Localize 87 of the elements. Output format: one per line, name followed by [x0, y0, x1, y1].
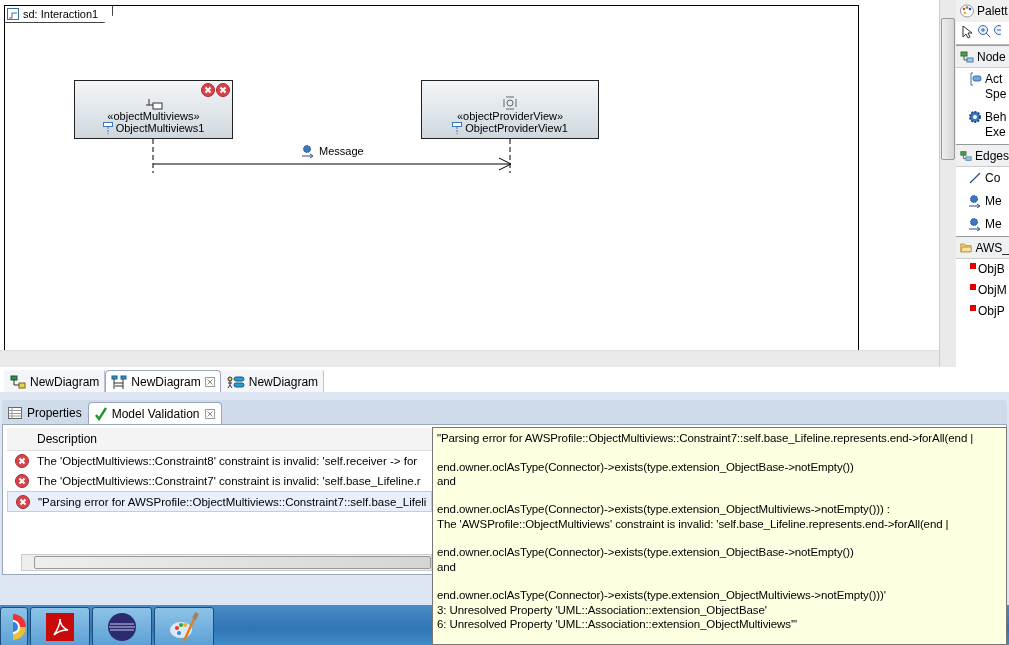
square-icon — [970, 305, 976, 311]
palette-entry[interactable]: Act Spe — [956, 68, 1009, 106]
lifeline-icon — [102, 122, 113, 134]
multiview-icon — [144, 98, 163, 110]
checkmark-icon — [94, 406, 107, 421]
tooltip-line: 6: Unresolved Property 'UML::Association::extension_ObjectMultiviews'" — [437, 616, 799, 632]
tooltip-line: end.owner.oclAsType(Connector)->exists(type.extension_ObjectBase->notEmpty()) — [437, 459, 855, 474]
editor-tab[interactable]: NewDiagram — [4, 370, 106, 392]
zoom-in-icon[interactable] — [977, 24, 991, 38]
drawer-label: Node — [977, 49, 1006, 64]
drawer-label: Edges — [974, 148, 1009, 163]
palette-icon — [168, 611, 200, 643]
table-icon — [8, 407, 22, 419]
palette-entry[interactable]: ObjP — [956, 301, 1009, 322]
row-description: The 'ObjectMultiviews::Constraint8' constraint is invalid: 'self.receiver -> for — [37, 454, 418, 467]
table-row[interactable]: The 'ObjectMultiviews::Constraint7' constraint is invalid: 'self.base_Lifeline.r — [7, 471, 432, 491]
tooltip-line: 3: Unresolved Property 'UML::Association::extension_ObjectBase' — [437, 602, 768, 617]
diagram-icon — [111, 374, 128, 389]
tooltip-line: The 'AWSProfile::ObjectMultiviews' constraint is invalid: 'self.base_Lifeline.represents.end->forAll(end | — [437, 516, 950, 532]
close-icon[interactable] — [204, 376, 215, 387]
view-tab[interactable]: Model Validation — [87, 402, 222, 424]
lifeline-box[interactable]: «objectProviderView» ObjectProviderView1 — [421, 80, 599, 139]
error-icon — [16, 494, 30, 509]
message-label: Message — [319, 145, 364, 157]
error-icon — [15, 473, 29, 488]
horizontal-scrollbar[interactable] — [0, 350, 939, 367]
view-tab[interactable]: Properties — [2, 402, 88, 424]
close-icon[interactable] — [204, 408, 215, 419]
horizontal-scrollbar[interactable] — [21, 554, 432, 571]
tooltip-line: and — [437, 559, 457, 574]
pointer-icon[interactable] — [959, 24, 975, 40]
taskbar-button[interactable] — [30, 607, 90, 645]
frame-title: sd: Interaction1 — [23, 8, 99, 20]
lifeline-name: ObjectMultiviews1 — [115, 122, 205, 134]
table-row[interactable]: The 'ObjectMultiviews::Constraint8' constraint is invalid: 'self.receiver -> for — [7, 451, 432, 471]
palette-entry[interactable]: ObjM — [956, 280, 1009, 301]
tooltip-line: and — [437, 473, 457, 489]
diagram-icon — [10, 374, 26, 389]
diagram-icon — [226, 374, 245, 389]
palette-entry[interactable]: Me — [956, 190, 1009, 213]
palette-title: Palett — [977, 4, 1008, 18]
zoom-out-icon[interactable] — [993, 24, 1001, 38]
folder-icon — [960, 241, 973, 254]
table-row[interactable]: "Parsing error for AWSProfile::ObjectMultiviews::Constraint7::self.base_Lifeli — [7, 491, 432, 512]
gear-icon — [968, 110, 982, 124]
palette-entry[interactable]: Beh Exe — [956, 106, 1009, 144]
taskbar-button[interactable] — [154, 607, 214, 645]
palette-icon — [960, 4, 974, 18]
sphere-icon — [107, 612, 137, 642]
error-icon — [15, 453, 29, 468]
square-icon — [970, 284, 976, 290]
taskbar-button[interactable] — [92, 607, 152, 645]
taskbar-button[interactable] — [0, 607, 28, 645]
lifeline — [509, 138, 511, 174]
palette-entry[interactable]: Co — [956, 167, 1009, 190]
palette-entry[interactable]: Me — [956, 213, 1009, 236]
action-icon — [968, 72, 982, 86]
palette-drawer[interactable]: AWS_ — [956, 236, 1009, 259]
tooltip-line: "Parsing error for AWSProfile::ObjectMultiviews::Constraint7::self.base_Lifeline.represents.end->forAll(end | — [437, 431, 975, 446]
row-description: "Parsing error for AWSProfile::ObjectMultiviews::Constraint7::self.base_Lifeli — [38, 495, 427, 508]
drawer-icon — [960, 148, 972, 163]
provider-icon — [503, 96, 517, 110]
square-icon — [970, 263, 976, 269]
editor-tab[interactable]: NewDiagram — [105, 370, 221, 392]
stereotype-label: «objectMultiviews» — [107, 110, 200, 122]
line-icon — [968, 171, 982, 185]
lifeline — [152, 138, 154, 174]
tooltip-line: end.owner.oclAsType(Connector)->exists(type.extension_ObjectMultiviews->notEmpty()))' — [437, 588, 887, 603]
lifeline-box[interactable]: «objectMultiviews» ObjectMultiviews1 — [74, 80, 233, 139]
column-header[interactable]: Description — [7, 428, 432, 451]
pdf-icon — [46, 613, 74, 641]
drawer-icon — [960, 49, 974, 64]
vertical-scrollbar[interactable] — [940, 0, 956, 367]
lifeline-name: ObjectProviderView1 — [465, 122, 568, 134]
lifeline-icon — [452, 122, 463, 134]
palette-entry[interactable]: ObjB — [956, 259, 1009, 280]
drawer-label: AWS_ — [975, 240, 1009, 255]
browser-icon — [13, 613, 27, 641]
palette-drawer[interactable]: Node — [956, 45, 1009, 68]
tooltip-line: end.owner.oclAsType(Connector)->exists(type.extension_ObjectMultiviews->notEmpty())) : — [437, 502, 891, 517]
error-marker-icon — [201, 83, 215, 97]
editor-tab[interactable]: NewDiagram — [220, 370, 325, 392]
stereotype-label: «objectProviderView» — [456, 110, 564, 122]
tooltip-line: end.owner.oclAsType(Connector)->exists(type.extension_ObjectBase->notEmpty()) — [437, 545, 855, 560]
row-description: The 'ObjectMultiviews::Constraint7' constraint is invalid: 'self.base_Lifeline.r — [37, 474, 421, 487]
error-marker-icon — [216, 83, 230, 97]
palette-drawer[interactable]: Edges — [956, 144, 1009, 167]
